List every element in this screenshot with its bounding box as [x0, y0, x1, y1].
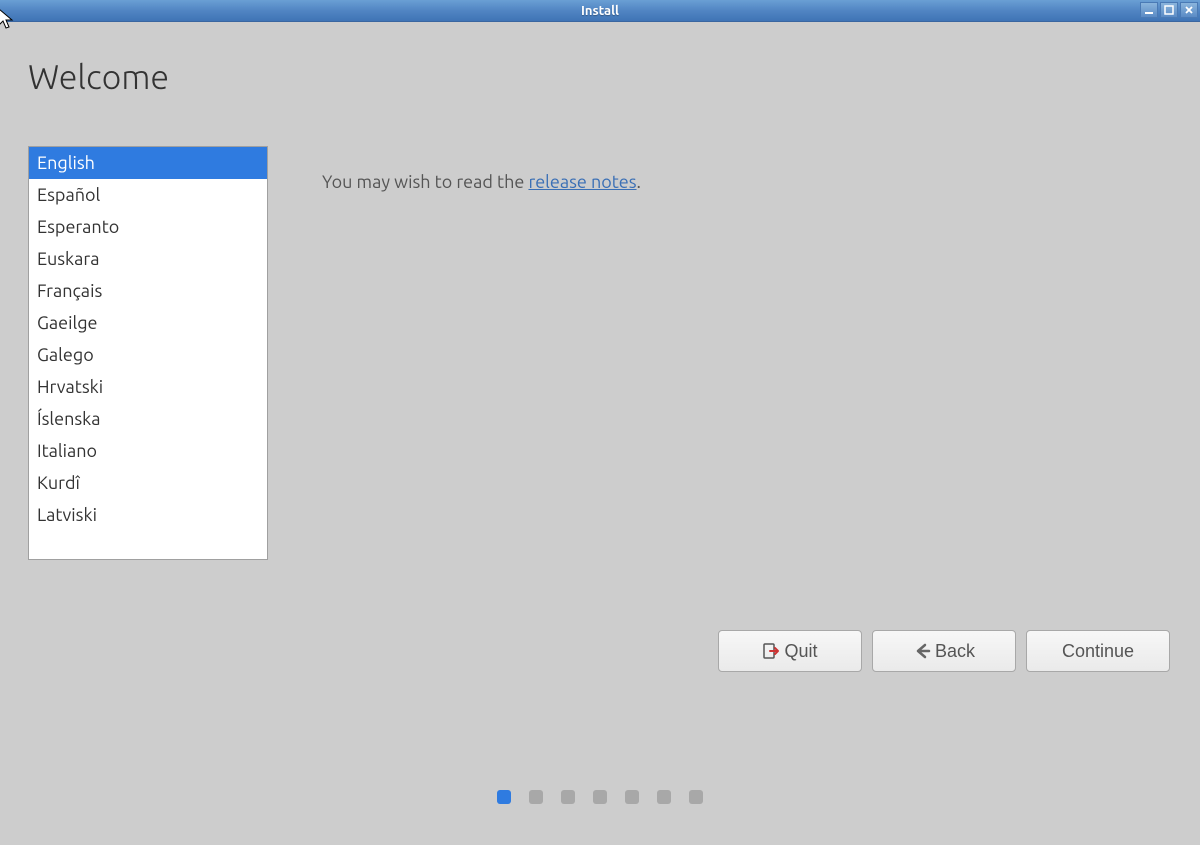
main-area: EnglishEspañolEsperantoEuskaraFrançaisGa… — [28, 146, 1170, 560]
progress-dot — [689, 790, 703, 804]
button-row: Quit Back Continue — [718, 630, 1170, 672]
progress-dot — [497, 790, 511, 804]
progress-dot — [625, 790, 639, 804]
minimize-icon — [1144, 5, 1154, 15]
quit-icon — [762, 642, 780, 660]
language-item[interactable]: Euskara — [29, 243, 267, 275]
language-item[interactable]: English — [29, 147, 267, 179]
maximize-icon — [1164, 5, 1174, 15]
progress-indicator — [497, 790, 703, 804]
release-notes-link[interactable]: release notes — [528, 172, 636, 192]
continue-label: Continue — [1062, 641, 1134, 662]
back-button[interactable]: Back — [872, 630, 1016, 672]
language-item[interactable]: Latviski — [29, 499, 267, 531]
window-title: Install — [581, 4, 619, 18]
page-title: Welcome — [28, 58, 1170, 96]
content-area: Welcome EnglishEspañolEsperantoEuskaraFr… — [0, 22, 1200, 845]
back-label: Back — [935, 641, 975, 662]
close-button[interactable] — [1180, 2, 1198, 18]
info-prefix: You may wish to read the — [322, 172, 528, 192]
language-item[interactable]: Kurdî — [29, 467, 267, 499]
back-arrow-icon — [913, 642, 931, 660]
continue-button[interactable]: Continue — [1026, 630, 1170, 672]
quit-label: Quit — [784, 641, 817, 662]
info-text: You may wish to read the release notes. — [322, 146, 641, 560]
language-item[interactable]: Español — [29, 179, 267, 211]
progress-dot — [657, 790, 671, 804]
info-suffix: . — [637, 172, 641, 192]
language-item[interactable]: Gaeilge — [29, 307, 267, 339]
quit-button[interactable]: Quit — [718, 630, 862, 672]
language-item[interactable]: Galego — [29, 339, 267, 371]
window-controls — [1140, 2, 1198, 18]
progress-dot — [561, 790, 575, 804]
language-item[interactable]: Hrvatski — [29, 371, 267, 403]
language-item[interactable]: Italiano — [29, 435, 267, 467]
language-item[interactable]: Français — [29, 275, 267, 307]
maximize-button[interactable] — [1160, 2, 1178, 18]
language-listbox[interactable]: EnglishEspañolEsperantoEuskaraFrançaisGa… — [28, 146, 268, 560]
progress-dot — [529, 790, 543, 804]
language-item[interactable]: Esperanto — [29, 211, 267, 243]
minimize-button[interactable] — [1140, 2, 1158, 18]
progress-dot — [593, 790, 607, 804]
titlebar: Install — [0, 0, 1200, 22]
close-icon — [1184, 5, 1194, 15]
language-item[interactable]: Íslenska — [29, 403, 267, 435]
